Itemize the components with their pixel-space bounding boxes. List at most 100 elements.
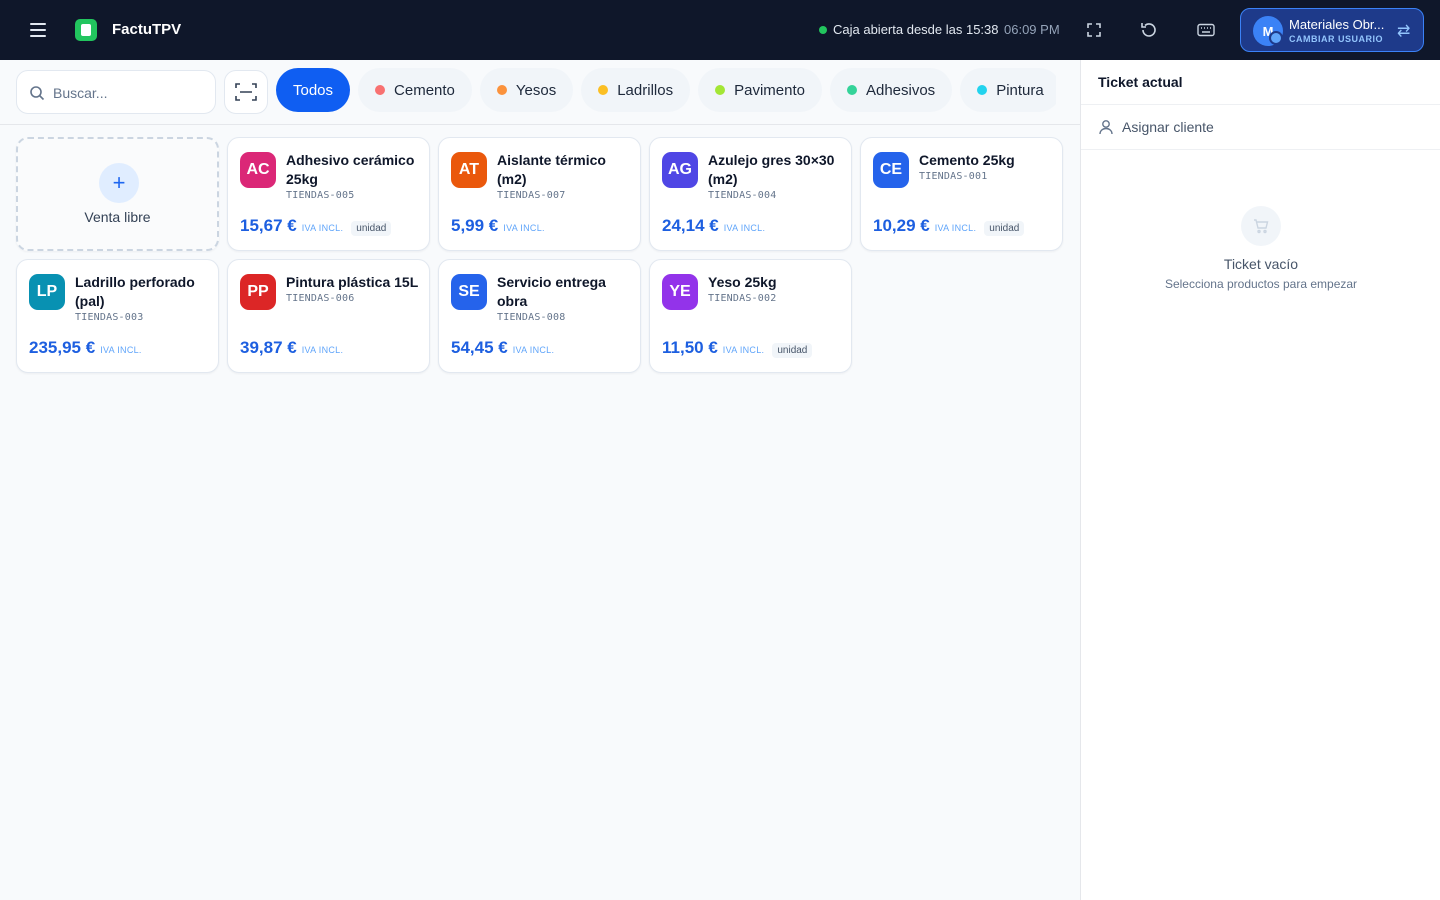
product-name: Cemento 25kg (919, 152, 1015, 168)
user-name: Materiales Obr... (1289, 17, 1385, 32)
plus-icon: + (99, 163, 139, 203)
product-sku: TIENDAS-004 (708, 190, 777, 201)
refresh-icon[interactable] (1137, 18, 1161, 42)
category-chip-label: Pavimento (734, 81, 805, 99)
menu-icon[interactable] (26, 18, 50, 42)
price-row: 10,29 € IVA INCL. unidad (873, 216, 1025, 236)
unit-badge: unidad (772, 343, 813, 358)
switch-user-button[interactable]: M Materiales Obr... CAMBIAR USUARIO ⇄ (1240, 8, 1424, 52)
clock: 06:09 PM (1004, 22, 1060, 37)
free-sale-card[interactable]: + Venta libre (16, 137, 219, 251)
assign-client-button[interactable]: Asignar cliente (1081, 105, 1440, 149)
status-dot (819, 25, 827, 34)
product-card[interactable]: YE Yeso 25kg TIENDAS-002 11,50 € IVA INCL. un… (649, 259, 852, 373)
category-color-dot (846, 85, 857, 95)
category-color-dot (375, 85, 386, 95)
vat-label: IVA INCL. (301, 345, 344, 355)
vat-label: IVA INCL. (723, 223, 766, 233)
product-card[interactable]: LP Ladrillo perforado (pal) TIENDAS-003 235… (16, 259, 219, 373)
product-card[interactable]: AC Adhesivo cerámico 25kg TIENDAS-005 15,67… (227, 137, 430, 251)
category-color-dot (715, 85, 726, 95)
ticket-title: Ticket actual (1098, 74, 1183, 90)
search-icon (30, 86, 45, 101)
product-price: 24,14 € (662, 216, 719, 235)
vat-label: IVA INCL. (512, 345, 555, 355)
user-icon (1099, 120, 1113, 135)
vat-label: IVA INCL. (100, 345, 142, 355)
cash-register-status: Caja abierta desde las 15:38 (819, 22, 999, 37)
unit-badge: unidad (351, 221, 392, 236)
category-chip-pintura[interactable]: Pintura (960, 68, 1056, 112)
product-name: Adhesivo cerámico 25kg (286, 152, 415, 187)
category-chip-label: Yesos (515, 81, 557, 99)
product-name: Pintura plástica 15L (286, 274, 419, 290)
product-sku: TIENDAS-003 (75, 312, 144, 323)
app-title: FactuTPV (112, 21, 182, 38)
status-text: Caja abierta desde las 15:38 (833, 22, 999, 37)
category-chip-todos[interactable]: Todos (276, 68, 351, 112)
barcode-scan-button[interactable] (224, 70, 268, 114)
swap-badge-icon (1269, 31, 1283, 45)
product-name: Aislante térmico (m2) (497, 152, 606, 187)
unit-badge: unidad (984, 221, 1025, 236)
product-card[interactable]: AT Aislante térmico (m2) TIENDAS-007 5,99 €… (438, 137, 641, 251)
category-chip-yesos[interactable]: Yesos (479, 68, 574, 112)
price-row: 235,95 € IVA INCL. (29, 338, 142, 358)
category-chip-ladrillos[interactable]: Ladrillos (581, 68, 691, 112)
category-filter-bar: Todos Cemento Yesos Ladrillos Pavimento Adhes… (276, 68, 1056, 112)
product-name: Azulejo gres 30×30 (m2) (708, 152, 835, 187)
fullscreen-icon[interactable] (1082, 18, 1106, 42)
switch-user-label: CAMBIAR USUARIO (1289, 34, 1383, 44)
product-card[interactable]: CE Cemento 25kg TIENDAS-001 10,29 € IVA INCL… (860, 137, 1063, 251)
product-name: Ladrillo perforado (pal) (75, 274, 195, 309)
empty-ticket-title: Ticket vacío (1223, 256, 1299, 272)
product-price: 39,87 € (240, 338, 297, 357)
keyboard-icon[interactable] (1194, 18, 1218, 42)
product-sku: TIENDAS-006 (286, 293, 355, 304)
assign-client-label: Asignar cliente (1122, 119, 1214, 135)
category-chip-label: Todos (293, 81, 334, 99)
price-row: 24,14 € IVA INCL. (662, 216, 765, 236)
vat-label: IVA INCL. (301, 223, 344, 233)
product-sku: TIENDAS-008 (497, 312, 566, 323)
search-box (16, 70, 216, 114)
category-chip-label: Adhesivos (865, 81, 936, 99)
category-chip-adhesivos[interactable]: Adhesivos (829, 68, 953, 112)
product-sku: TIENDAS-002 (708, 293, 777, 304)
price-row: 5,99 € IVA INCL. (451, 216, 545, 236)
vat-label: IVA INCL. (934, 223, 977, 233)
category-color-dot (598, 85, 609, 95)
product-name: Yeso 25kg (708, 274, 777, 290)
barcode-scan-icon (235, 83, 257, 101)
ticket-panel: Ticket actual Asignar cliente Ticket vac… (1080, 60, 1440, 900)
category-chip-cemento[interactable]: Cemento (358, 68, 472, 112)
price-row: 39,87 € IVA INCL. (240, 338, 343, 358)
product-avatar: AG (662, 152, 698, 188)
top-bar: FactuTPV Caja abierta desde las 15:38 06… (0, 0, 1440, 60)
empty-ticket-subtitle: Selecciona productos para empezar (1164, 277, 1358, 291)
product-card[interactable]: SE Servicio entrega obra TIENDAS-008 54,45 … (438, 259, 641, 373)
product-price: 54,45 € (451, 338, 508, 357)
product-sku: TIENDAS-005 (286, 190, 355, 201)
product-avatar: LP (29, 274, 65, 310)
product-sku: TIENDAS-001 (919, 171, 988, 182)
product-card[interactable]: PP Pintura plástica 15L TIENDAS-006 39,87 €… (227, 259, 430, 373)
category-color-dot (496, 85, 507, 95)
product-avatar: CE (873, 152, 909, 188)
product-sku: TIENDAS-007 (497, 190, 566, 201)
divider (1081, 149, 1440, 150)
product-card[interactable]: AG Azulejo gres 30×30 (m2) TIENDAS-004 24,1… (649, 137, 852, 251)
search-input[interactable] (53, 81, 203, 105)
product-price: 235,95 € (29, 338, 96, 357)
price-row: 54,45 € IVA INCL. (451, 338, 554, 358)
product-price: 10,29 € (873, 216, 930, 235)
category-chip-pavimento[interactable]: Pavimento (698, 68, 822, 112)
free-sale-label: Venta libre (84, 209, 151, 225)
divider (0, 124, 1080, 125)
product-avatar: AC (240, 152, 276, 188)
product-avatar: SE (451, 274, 487, 310)
product-avatar: PP (240, 274, 276, 310)
category-color-dot (977, 85, 988, 95)
product-name: Servicio entrega obra (497, 274, 606, 309)
cart-icon (1241, 206, 1281, 246)
